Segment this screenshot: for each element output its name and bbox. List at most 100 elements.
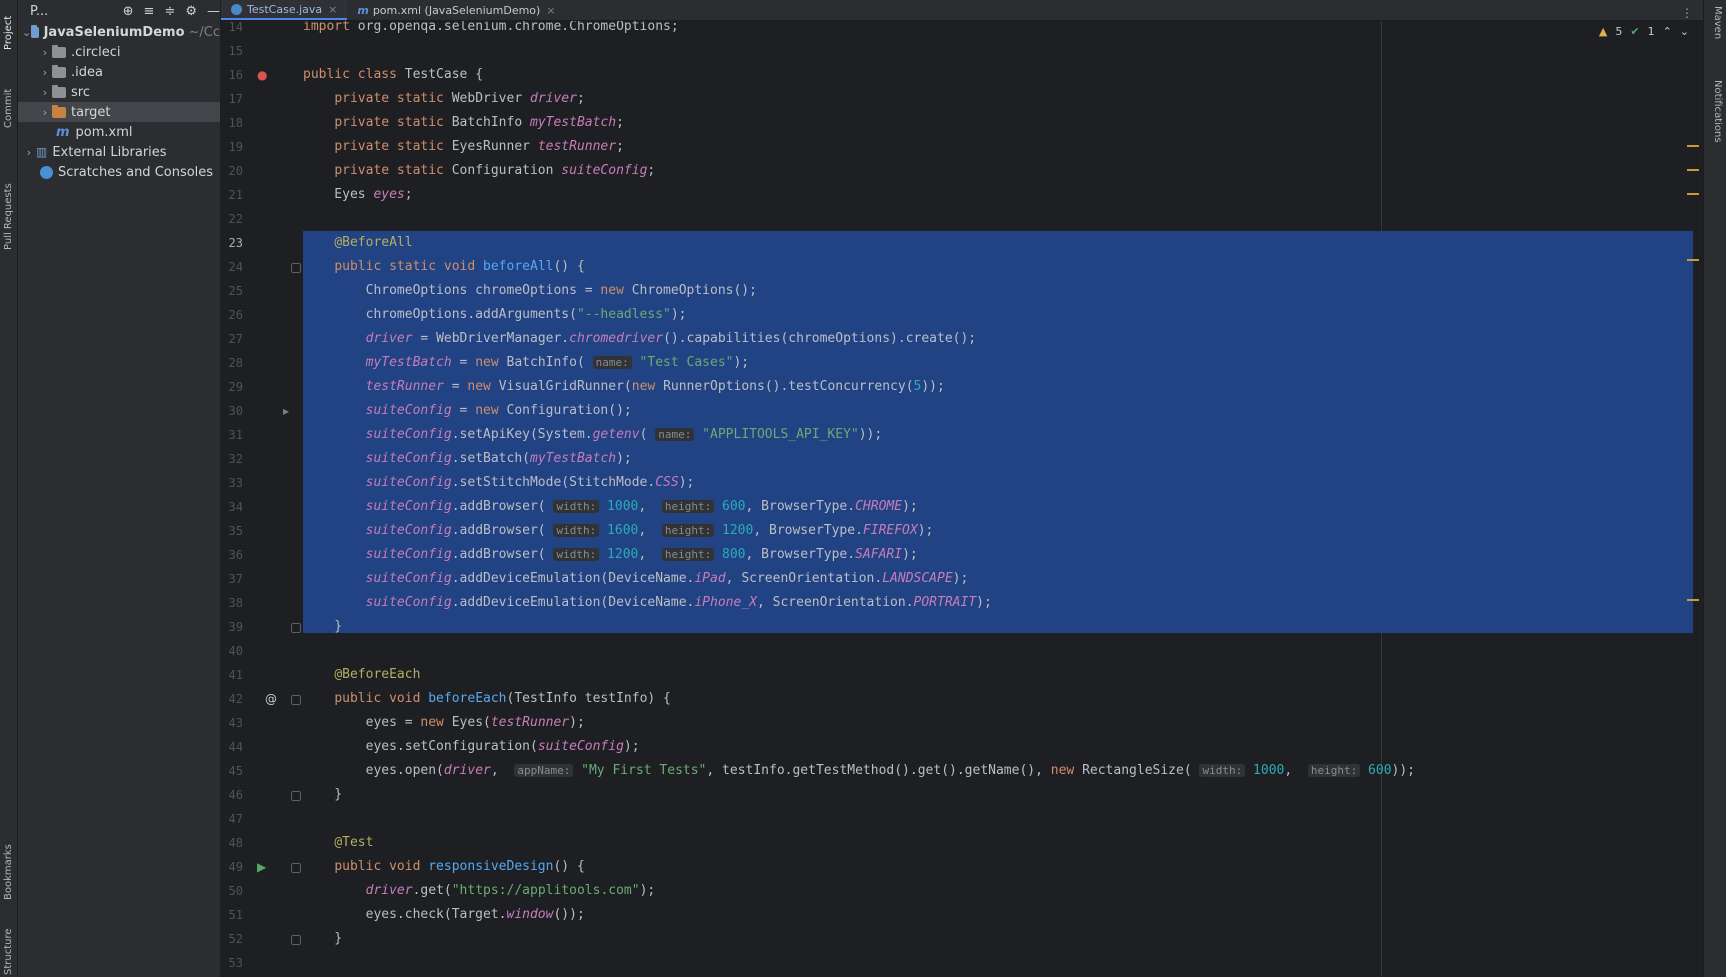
- toolwindow-commit[interactable]: Commit: [1, 78, 16, 128]
- line-number[interactable]: 45: [221, 759, 243, 783]
- code-line[interactable]: 42 public void beforeEach(TestInfo testI…: [221, 687, 1703, 711]
- tree-item-target[interactable]: › target: [18, 102, 220, 122]
- fold-expand-icon[interactable]: ▸: [283, 399, 289, 423]
- line-number[interactable]: 35: [221, 519, 243, 543]
- line-number[interactable]: 37: [221, 567, 243, 591]
- code-line[interactable]: 32 suiteConfig.setBatch(myTestBatch);: [221, 447, 1703, 471]
- line-number[interactable]: 34: [221, 495, 243, 519]
- line-number[interactable]: 33: [221, 471, 243, 495]
- line-number[interactable]: 17: [221, 87, 243, 111]
- line-number[interactable]: 43: [221, 711, 243, 735]
- code-line[interactable]: 14 import org.openqa.selenium.chrome.Chro…: [221, 21, 1703, 39]
- toolwindow-pull-requests[interactable]: Pull Requests: [1, 160, 16, 250]
- chevron-right-icon[interactable]: ›: [38, 46, 52, 59]
- line-number[interactable]: 49: [221, 855, 243, 879]
- line-number[interactable]: 50: [221, 879, 243, 903]
- tree-item-root[interactable]: ⌄ JavaSeleniumDemo ~/Cc: [18, 22, 220, 42]
- expand-all-icon[interactable]: ≡: [144, 4, 155, 19]
- code-line[interactable]: 50 driver.get("https://applitools.com");: [221, 879, 1703, 903]
- line-number[interactable]: 16: [221, 63, 243, 87]
- code-line[interactable]: 35 suiteConfig.addBrowser( width: 1600, …: [221, 519, 1703, 543]
- code-line[interactable]: 29 testRunner = new VisualGridRunner(new…: [221, 375, 1703, 399]
- line-number[interactable]: 38: [221, 591, 243, 615]
- toolwindow-structure[interactable]: Structure: [1, 925, 16, 975]
- fold-marker-icon[interactable]: [291, 935, 301, 945]
- code-line[interactable]: 37 suiteConfig.addDeviceEmulation(Device…: [221, 567, 1703, 591]
- line-number[interactable]: 31: [221, 423, 243, 447]
- line-number[interactable]: 47: [221, 807, 243, 831]
- line-number[interactable]: 44: [221, 735, 243, 759]
- more-tabs-icon[interactable]: ⋮: [1681, 6, 1703, 20]
- line-number[interactable]: 18: [221, 111, 243, 135]
- code-line[interactable]: 40: [221, 639, 1703, 663]
- error-stripe-mark[interactable]: [1687, 259, 1699, 261]
- code-line[interactable]: 24 public static void beforeAll() {: [221, 255, 1703, 279]
- toolwindow-project[interactable]: Project: [1, 4, 16, 50]
- line-number[interactable]: 19: [221, 135, 243, 159]
- code-line[interactable]: 34 suiteConfig.addBrowser( width: 1000, …: [221, 495, 1703, 519]
- override-icon[interactable]: @: [265, 687, 277, 711]
- line-number[interactable]: 46: [221, 783, 243, 807]
- code-line[interactable]: 20 private static Configuration suiteCon…: [221, 159, 1703, 183]
- line-number[interactable]: 41: [221, 663, 243, 687]
- locate-icon[interactable]: ⊕: [123, 4, 134, 19]
- line-number[interactable]: 25: [221, 279, 243, 303]
- code-line[interactable]: 25 ChromeOptions chromeOptions = new Chr…: [221, 279, 1703, 303]
- error-stripe-mark[interactable]: [1687, 145, 1699, 147]
- code-line[interactable]: 19 private static EyesRunner testRunner;: [221, 135, 1703, 159]
- chevron-right-icon[interactable]: ›: [38, 106, 52, 119]
- line-number[interactable]: 40: [221, 639, 243, 663]
- code-line[interactable]: 21 Eyes eyes;: [221, 183, 1703, 207]
- chevron-right-icon[interactable]: ›: [22, 146, 36, 159]
- line-number[interactable]: 32: [221, 447, 243, 471]
- tree-item-idea[interactable]: › .idea: [18, 62, 220, 82]
- close-icon[interactable]: ×: [546, 4, 555, 17]
- code-line[interactable]: 16 public class TestCase {: [221, 63, 1703, 87]
- gear-icon[interactable]: ⚙: [185, 4, 197, 19]
- fold-marker-icon[interactable]: [291, 695, 301, 705]
- code-line[interactable]: 33 suiteConfig.setStitchMode(StitchMode.…: [221, 471, 1703, 495]
- toolwindow-maven[interactable]: Maven: [1712, 6, 1723, 39]
- code-line[interactable]: 41 @BeforeEach: [221, 663, 1703, 687]
- tab-testcase-java[interactable]: TestCase.java ×: [221, 0, 348, 20]
- fold-marker-icon[interactable]: [291, 863, 301, 873]
- tree-item-scratches[interactable]: Scratches and Consoles: [18, 162, 220, 182]
- run-test-icon[interactable]: ▶: [257, 855, 266, 879]
- code-line[interactable]: 38 suiteConfig.addDeviceEmulation(Device…: [221, 591, 1703, 615]
- line-number[interactable]: 23: [221, 231, 243, 255]
- code-line[interactable]: 51 eyes.check(Target.window());: [221, 903, 1703, 927]
- error-stripe-mark[interactable]: [1687, 193, 1699, 195]
- error-stripe-mark[interactable]: [1687, 599, 1699, 601]
- line-number[interactable]: 14: [221, 21, 243, 39]
- tree-item-src[interactable]: › src: [18, 82, 220, 102]
- code-line[interactable]: 30 suiteConfig = new Configuration();: [221, 399, 1703, 423]
- code-line[interactable]: 44 eyes.setConfiguration(suiteConfig);: [221, 735, 1703, 759]
- line-number[interactable]: 15: [221, 39, 243, 63]
- chevron-right-icon[interactable]: ›: [38, 66, 52, 79]
- error-stripe-mark[interactable]: [1687, 169, 1699, 171]
- code-line[interactable]: 23 @BeforeAll: [221, 231, 1703, 255]
- chevron-down-icon[interactable]: ⌄: [22, 26, 31, 39]
- line-number[interactable]: 29: [221, 375, 243, 399]
- code-editor[interactable]: ▲ 5 ✔ 1 ⌃ ⌄ 14 import org.openqa.selenium…: [221, 21, 1703, 977]
- line-number[interactable]: 28: [221, 351, 243, 375]
- tree-item-external-libraries[interactable]: › ▥ External Libraries: [18, 142, 220, 162]
- code-line[interactable]: 47: [221, 807, 1703, 831]
- code-line[interactable]: 39 }: [221, 615, 1703, 639]
- line-number[interactable]: 36: [221, 543, 243, 567]
- code-line[interactable]: 48 @Test: [221, 831, 1703, 855]
- code-line[interactable]: 28 myTestBatch = new BatchInfo( name: "T…: [221, 351, 1703, 375]
- tree-item-pom[interactable]: m pom.xml: [18, 122, 220, 142]
- code-line[interactable]: 45 eyes.open(driver, appName: "My First …: [221, 759, 1703, 783]
- line-number[interactable]: 22: [221, 207, 243, 231]
- code-line[interactable]: 22: [221, 207, 1703, 231]
- line-number[interactable]: 27: [221, 327, 243, 351]
- collapse-all-icon[interactable]: ≑: [164, 4, 175, 19]
- line-number[interactable]: 42: [221, 687, 243, 711]
- code-line[interactable]: 31 suiteConfig.setApiKey(System.getenv( …: [221, 423, 1703, 447]
- line-number[interactable]: 20: [221, 159, 243, 183]
- line-number[interactable]: 21: [221, 183, 243, 207]
- line-number[interactable]: 52: [221, 927, 243, 951]
- tab-pom-xml[interactable]: m pom.xml (JavaSeleniumDemo) ×: [347, 0, 565, 20]
- code-line[interactable]: 15: [221, 39, 1703, 63]
